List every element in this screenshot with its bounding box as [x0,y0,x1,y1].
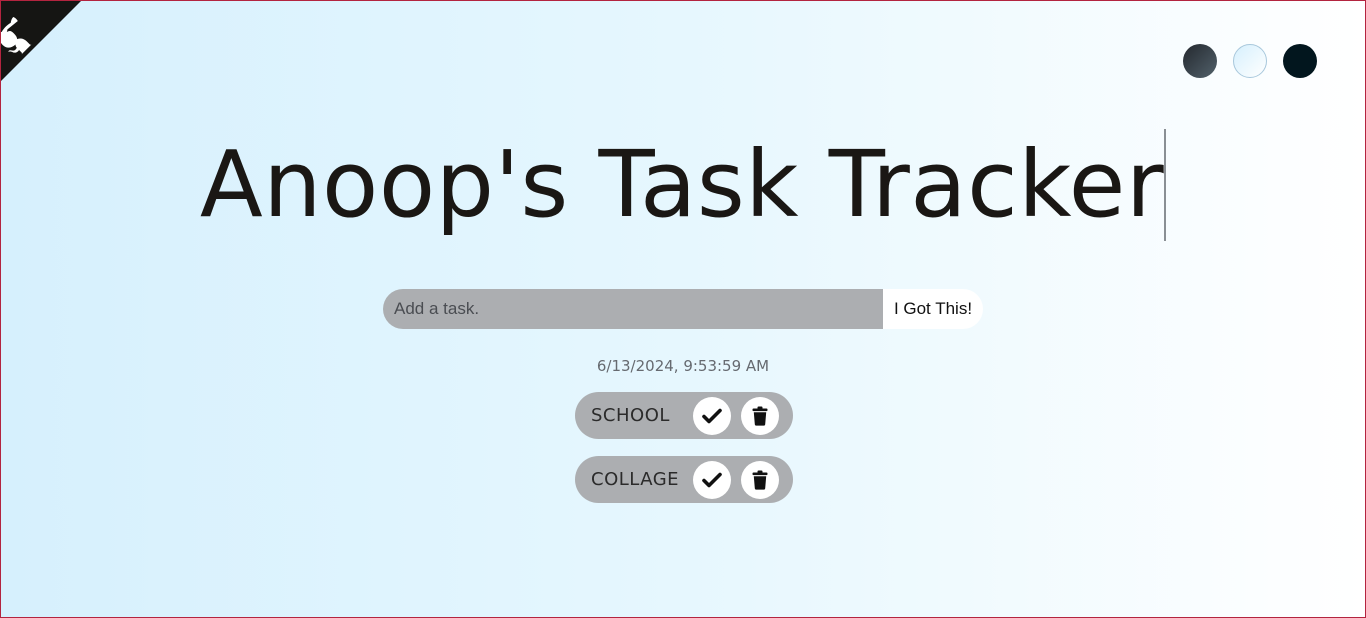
check-icon [702,408,722,423]
task-item: SCHOOL [575,392,793,439]
theme-selector [1183,44,1317,78]
page: Anoop's Task Tracker I Got This! 6/13/20… [0,0,1366,618]
task-list: SCHOOL COLLAGE [575,392,793,520]
task-label: SCHOOL [591,405,670,426]
trash-icon [752,406,768,426]
task-item: COLLAGE [575,456,793,503]
github-corner-link[interactable] [1,1,81,81]
theme-darker-button[interactable] [1283,44,1317,78]
theme-standard-button[interactable] [1183,44,1217,78]
complete-task-button[interactable] [693,460,731,499]
page-title-text: Anoop's Task Tracker [199,131,1165,238]
typing-cursor [1164,129,1167,241]
datetime-display: 6/13/2024, 9:53:59 AM [596,357,770,375]
task-input[interactable] [383,289,883,329]
delete-task-button[interactable] [741,396,779,435]
complete-task-button[interactable] [693,396,731,435]
task-label: COLLAGE [591,469,680,490]
check-icon [702,472,722,487]
add-task-form: I Got This! [383,289,983,329]
page-title: Anoop's Task Tracker [1,129,1365,241]
octocat-icon [1,1,81,81]
add-task-button[interactable]: I Got This! [883,289,983,329]
theme-light-button[interactable] [1233,44,1267,78]
trash-icon [752,470,768,490]
delete-task-button[interactable] [741,460,779,499]
